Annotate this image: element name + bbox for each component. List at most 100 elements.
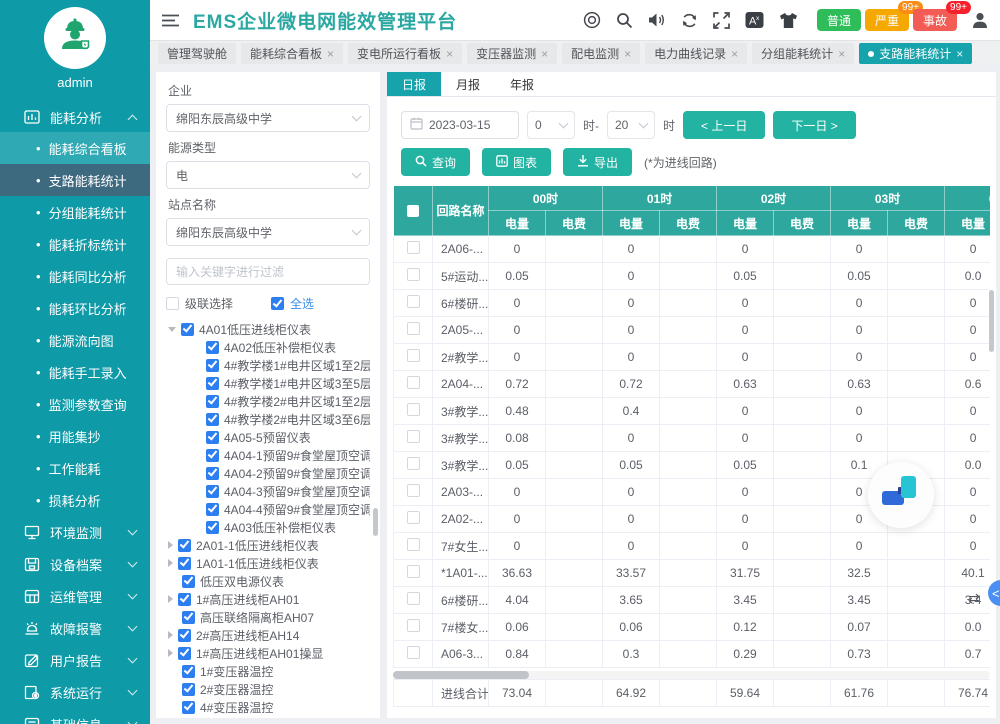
refresh-icon[interactable] — [681, 12, 698, 29]
caret-closed-icon[interactable] — [168, 631, 173, 639]
tree-node-checkbox[interactable] — [206, 413, 219, 426]
table-scrollbar[interactable] — [989, 290, 994, 352]
row-checkbox[interactable] — [407, 592, 420, 605]
sidebar-item-10[interactable]: •工作能耗 — [0, 452, 150, 484]
volume-icon[interactable] — [648, 12, 666, 28]
row-checkbox[interactable] — [407, 646, 420, 659]
sidebar-menu-energy-analysis[interactable]: 能耗分析 — [0, 102, 150, 132]
user-icon[interactable] — [972, 12, 988, 29]
tree-node-checkbox[interactable] — [182, 701, 195, 714]
row-checkbox[interactable] — [407, 376, 420, 389]
tree-node-checkbox[interactable] — [206, 359, 219, 372]
company-select[interactable]: 绵阳东辰高级中学 — [166, 104, 370, 132]
tab-1[interactable]: 能耗综合看板× — [241, 43, 343, 64]
tree-node-12[interactable]: 2A01-1低压进线柜仪表 — [166, 536, 370, 554]
row-checkbox[interactable] — [407, 268, 420, 281]
tab-0[interactable]: 管理驾驶舱 — [158, 43, 236, 64]
record-icon[interactable] — [583, 11, 601, 29]
translate-icon[interactable]: Ax — [745, 11, 764, 29]
fullscreen-icon[interactable] — [713, 12, 730, 29]
hamburger-icon[interactable] — [162, 14, 179, 27]
sidebar-section-1[interactable]: 设备档案 — [0, 548, 150, 580]
close-icon[interactable]: × — [327, 47, 334, 61]
tree-node-16[interactable]: 高压联络隔离柜AH07 — [166, 608, 370, 626]
report-tab-0[interactable]: 日报 — [387, 72, 441, 96]
tree-node-7[interactable]: 4A04-1预留9#食堂屋顶空调机组仪表 — [166, 446, 370, 464]
alarm-chip-2[interactable]: 事故99+ — [913, 9, 957, 31]
tree-node-6[interactable]: 4A05-5预留仪表 — [166, 428, 370, 446]
prev-day-button[interactable]: < 上一日 — [683, 111, 765, 139]
row-checkbox[interactable] — [407, 430, 420, 443]
row-checkbox[interactable] — [407, 349, 420, 362]
tree-node-11[interactable]: 4A03低压补偿柜仪表 — [166, 518, 370, 536]
chart-button[interactable]: 图表 — [482, 148, 551, 176]
sidebar-item-2[interactable]: •分组能耗统计 — [0, 196, 150, 228]
tree-node-18[interactable]: 1#高压进线柜AH01操显 — [166, 644, 370, 662]
next-day-button[interactable]: 下一日 > — [773, 111, 855, 139]
tree-node-checkbox[interactable] — [178, 539, 191, 552]
sidebar-item-7[interactable]: •能耗手工录入 — [0, 356, 150, 388]
alarm-chip-1[interactable]: 严重99+ — [865, 9, 909, 31]
tree-node-checkbox[interactable] — [182, 611, 195, 624]
close-icon[interactable]: × — [731, 47, 738, 61]
tab-5[interactable]: 电力曲线记录× — [645, 43, 747, 64]
row-checkbox[interactable] — [407, 457, 420, 470]
row-checkbox[interactable] — [407, 538, 420, 551]
horizontal-scrollbar-thumb[interactable] — [393, 671, 529, 679]
tree-node-checkbox[interactable] — [206, 503, 219, 516]
tree-node-checkbox[interactable] — [206, 521, 219, 534]
sidebar-section-0[interactable]: 环境监测 — [0, 516, 150, 548]
tree-node-checkbox[interactable] — [206, 395, 219, 408]
sidebar-section-2[interactable]: 运维管理 — [0, 580, 150, 612]
close-icon[interactable]: × — [541, 47, 548, 61]
tab-3[interactable]: 变压器监测× — [467, 43, 557, 64]
energy-type-select[interactable]: 电 — [166, 161, 370, 189]
report-tab-1[interactable]: 月报 — [441, 72, 495, 96]
tab-4[interactable]: 配电监测× — [562, 43, 640, 64]
select-all-label[interactable]: 全选 — [290, 295, 314, 312]
caret-closed-icon[interactable] — [168, 559, 173, 567]
tab-2[interactable]: 变电所运行看板× — [348, 43, 462, 64]
close-icon[interactable]: × — [956, 47, 963, 61]
caret-closed-icon[interactable] — [168, 541, 173, 549]
close-icon[interactable]: × — [446, 47, 453, 61]
tree-node-checkbox[interactable] — [178, 593, 191, 606]
caret-closed-icon[interactable] — [168, 649, 173, 657]
sidebar-item-3[interactable]: •能耗折标统计 — [0, 228, 150, 260]
sidebar-section-3[interactable]: 故障报警 — [0, 612, 150, 644]
tree-node-checkbox[interactable] — [206, 377, 219, 390]
tree-node-17[interactable]: 2#高压进线柜AH14 — [166, 626, 370, 644]
row-checkbox[interactable] — [407, 241, 420, 254]
tree-node-8[interactable]: 4A04-2预留9#食堂屋顶空调机组仪表 — [166, 464, 370, 482]
tree-node-14[interactable]: 低压双电源仪表 — [166, 572, 370, 590]
tree-node-checkbox[interactable] — [178, 647, 191, 660]
tree-node-checkbox[interactable] — [206, 431, 219, 444]
tree-node-13[interactable]: 1A01-1低压进线柜仪表 — [166, 554, 370, 572]
header-checkbox[interactable] — [407, 205, 419, 217]
tree-node-checkbox[interactable] — [206, 485, 219, 498]
tree-node-0[interactable]: 4A01低压进线柜仪表 — [166, 320, 370, 338]
horizontal-scrollbar[interactable] — [393, 671, 990, 679]
sidebar-section-5[interactable]: 系统运行 — [0, 676, 150, 708]
tree-node-9[interactable]: 4A04-3预留9#食堂屋顶空调机组仪表 — [166, 482, 370, 500]
report-tab-2[interactable]: 年报 — [495, 72, 549, 96]
tree-node-checkbox[interactable] — [182, 683, 195, 696]
sidebar-section-4[interactable]: 用户报告 — [0, 644, 150, 676]
sidebar-item-8[interactable]: •监测参数查询 — [0, 388, 150, 420]
row-checkbox[interactable] — [407, 511, 420, 524]
sidebar-section-6[interactable]: 基础信息 — [0, 708, 150, 724]
tree-node-15[interactable]: 1#高压进线柜AH01 — [166, 590, 370, 608]
alarm-chip-0[interactable]: 普通 — [817, 9, 861, 31]
row-checkbox[interactable] — [407, 619, 420, 632]
tree-node-checkbox[interactable] — [178, 557, 191, 570]
tree-node-5[interactable]: 4#教学楼2#电井区域3至6层动力仪表 — [166, 410, 370, 428]
resize-handle-icon[interactable]: ⇄ — [968, 591, 980, 607]
tree-node-21[interactable]: 4#变压器温控 — [166, 698, 370, 716]
tree-node-3[interactable]: 4#教学楼1#电井区域3至5层动力仪表 — [166, 374, 370, 392]
select-all-checkbox[interactable] — [271, 297, 284, 310]
row-checkbox[interactable] — [407, 295, 420, 308]
tree-node-4[interactable]: 4#教学楼2#电井区域1至2层动力仪表 — [166, 392, 370, 410]
sidebar-item-4[interactable]: •能耗同比分析 — [0, 260, 150, 292]
tree-scrollbar[interactable] — [373, 508, 378, 536]
sidebar-item-5[interactable]: •能耗环比分析 — [0, 292, 150, 324]
